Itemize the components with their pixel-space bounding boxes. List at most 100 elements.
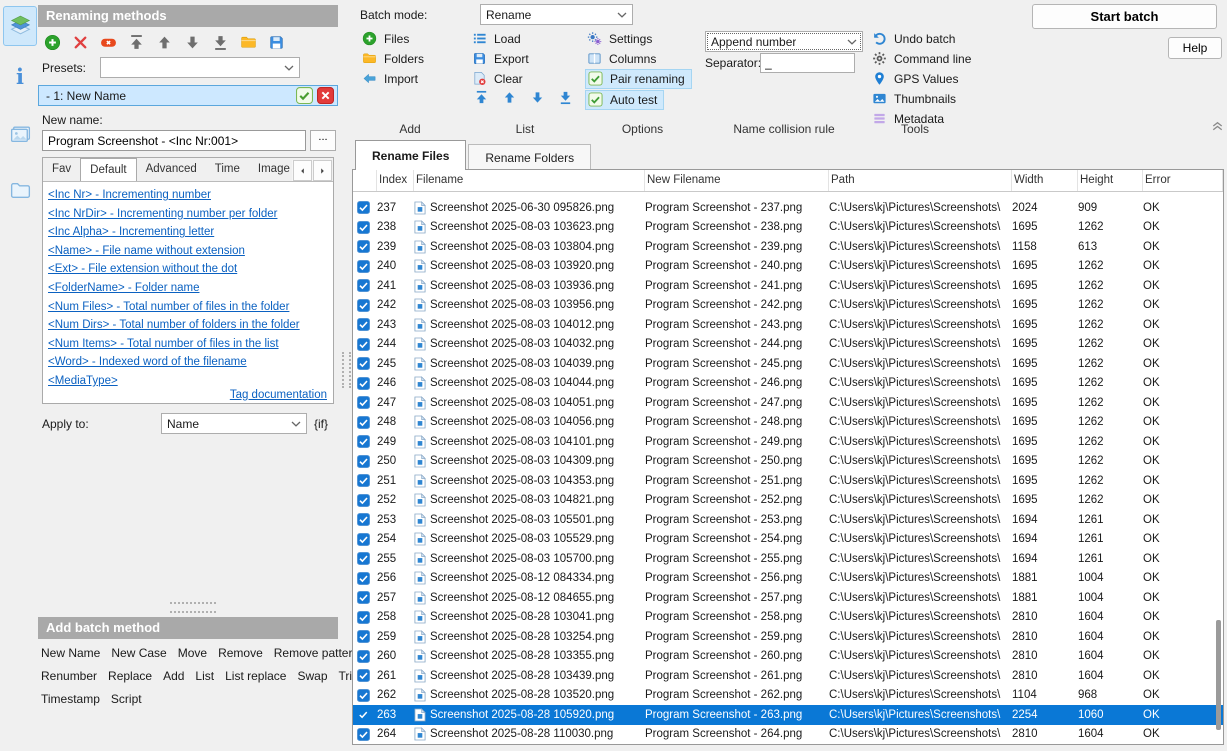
tag-documentation-link[interactable]: Tag documentation: [230, 389, 327, 401]
tag-link[interactable]: <Num Files> - Total number of files in t…: [48, 298, 333, 317]
row-checkbox[interactable]: [353, 220, 377, 234]
row-checkbox[interactable]: [353, 298, 377, 312]
vertical-scrollbar[interactable]: [1215, 192, 1222, 742]
column-header-width[interactable]: Width: [1012, 170, 1078, 191]
add-method-list[interactable]: List: [195, 669, 214, 683]
table-row[interactable]: 250 Screenshot 2025-08-03 104309.png Progr…: [353, 452, 1223, 472]
table-row[interactable]: 263 Screenshot 2025-08-28 105920.png Progr…: [353, 705, 1223, 725]
add-method-button[interactable]: [44, 34, 61, 51]
row-checkbox[interactable]: [353, 532, 377, 546]
column-header-index[interactable]: Index: [377, 170, 414, 191]
row-checkbox[interactable]: [353, 415, 377, 429]
tag-link[interactable]: <FolderName> - Folder name: [48, 279, 333, 298]
sidebar-images-button[interactable]: [3, 114, 37, 154]
collapse-toolbar-icon[interactable]: [1210, 118, 1225, 133]
apply-to-dropdown[interactable]: Name: [161, 413, 307, 434]
tag-link[interactable]: <Word> - Indexed word of the filename: [48, 353, 333, 372]
if-button[interactable]: {if}: [314, 417, 328, 431]
add-method-add[interactable]: Add: [163, 669, 184, 683]
tag-link[interactable]: <Num Dirs> - Total number of folders in …: [48, 316, 333, 335]
method-remove-button[interactable]: [317, 87, 334, 104]
table-row[interactable]: 239 Screenshot 2025-08-03 103804.png Progr…: [353, 237, 1223, 257]
vertical-splitter-grip[interactable]: [338, 0, 352, 751]
add-method-script[interactable]: Script: [111, 692, 142, 706]
table-row[interactable]: 262 Screenshot 2025-08-28 103520.png Progr…: [353, 686, 1223, 706]
row-checkbox[interactable]: [353, 259, 377, 273]
table-row[interactable]: 253 Screenshot 2025-08-03 105501.png Progr…: [353, 510, 1223, 530]
row-checkbox[interactable]: [353, 201, 377, 215]
load-button[interactable]: Load: [470, 29, 527, 49]
tab-rename-files[interactable]: Rename Files: [355, 140, 467, 170]
column-header-filename[interactable]: Filename: [414, 170, 645, 191]
move-file-top-button[interactable]: [474, 90, 489, 105]
scrollbar-thumb[interactable]: [1216, 620, 1221, 730]
table-row[interactable]: 255 Screenshot 2025-08-03 105700.png Progr…: [353, 549, 1223, 569]
presets-dropdown[interactable]: [100, 57, 300, 78]
row-checkbox[interactable]: [353, 571, 377, 585]
row-checkbox[interactable]: [353, 688, 377, 702]
gps-values-button[interactable]: GPS Values: [870, 69, 964, 89]
table-row[interactable]: 237 Screenshot 2025-06-30 095826.png Progr…: [353, 198, 1223, 218]
column-header-checkbox[interactable]: [353, 170, 377, 191]
start-batch-button[interactable]: Start batch: [1032, 4, 1217, 29]
table-row[interactable]: 246 Screenshot 2025-08-03 104044.png Progr…: [353, 374, 1223, 394]
remove-method-button[interactable]: [72, 34, 89, 51]
table-row[interactable]: 254 Screenshot 2025-08-03 105529.png Progr…: [353, 530, 1223, 550]
sidebar-renaming-methods-button[interactable]: [3, 6, 37, 46]
auto-test-button[interactable]: Auto test: [585, 90, 665, 110]
table-row[interactable]: 242 Screenshot 2025-08-03 103956.png Progr…: [353, 296, 1223, 316]
columns-button[interactable]: Columns: [585, 49, 662, 69]
column-header-new-filename[interactable]: New Filename: [645, 170, 829, 191]
row-checkbox[interactable]: [353, 630, 377, 644]
tab-rename-folders[interactable]: Rename Folders: [468, 144, 592, 170]
table-row[interactable]: 261 Screenshot 2025-08-28 103439.png Progr…: [353, 666, 1223, 686]
move-file-bottom-button[interactable]: [558, 90, 573, 105]
row-checkbox[interactable]: [353, 513, 377, 527]
move-method-down-button[interactable]: [184, 34, 201, 51]
name-collision-dropdown[interactable]: Append number: [705, 31, 863, 52]
column-header-error[interactable]: Error: [1143, 170, 1223, 191]
tag-link[interactable]: <Inc Nr> - Incrementing number: [48, 186, 333, 205]
tag-link[interactable]: <Inc NrDir> - Incrementing number per fo…: [48, 205, 333, 224]
table-row[interactable]: 245 Screenshot 2025-08-03 104039.png Progr…: [353, 354, 1223, 374]
column-header-height[interactable]: Height: [1078, 170, 1143, 191]
row-checkbox[interactable]: [353, 708, 377, 721]
export-button[interactable]: Export: [470, 49, 535, 69]
table-row[interactable]: 238 Screenshot 2025-08-03 103623.png Progr…: [353, 218, 1223, 238]
batch-mode-dropdown[interactable]: Rename: [480, 4, 633, 25]
row-checkbox[interactable]: [353, 357, 377, 371]
table-row[interactable]: 247 Screenshot 2025-08-03 104051.png Progr…: [353, 393, 1223, 413]
tag-link[interactable]: <Num Items> - Total number of files in t…: [48, 335, 333, 354]
row-checkbox[interactable]: [353, 610, 377, 624]
import-button[interactable]: Import: [360, 69, 424, 89]
row-checkbox[interactable]: [353, 727, 377, 741]
table-row[interactable]: 244 Screenshot 2025-08-03 104032.png Progr…: [353, 335, 1223, 355]
remove-all-methods-button[interactable]: [100, 34, 117, 51]
more-button[interactable]: ...: [310, 130, 336, 151]
clear-button[interactable]: Clear: [470, 69, 529, 89]
table-row[interactable]: 249 Screenshot 2025-08-03 104101.png Progr…: [353, 432, 1223, 452]
add-method-swap[interactable]: Swap: [297, 669, 327, 683]
sidebar-folders-button[interactable]: [3, 170, 37, 210]
move-method-bottom-button[interactable]: [212, 34, 229, 51]
method-header[interactable]: - 1: New Name: [38, 85, 338, 106]
files-button[interactable]: Files: [360, 29, 415, 49]
tag-link[interactable]: <Inc Alpha> - Incrementing letter: [48, 223, 333, 242]
add-method-new-name[interactable]: New Name: [41, 646, 100, 660]
row-checkbox[interactable]: [353, 318, 377, 332]
table-row[interactable]: 240 Screenshot 2025-08-03 103920.png Progr…: [353, 257, 1223, 277]
help-button[interactable]: Help: [1168, 37, 1222, 59]
column-header-path[interactable]: Path: [829, 170, 1012, 191]
row-checkbox[interactable]: [353, 474, 377, 488]
row-checkbox[interactable]: [353, 493, 377, 507]
pair-renaming-button[interactable]: Pair renaming: [585, 69, 692, 89]
folders-button[interactable]: Folders: [360, 49, 430, 69]
command-line-button[interactable]: Command line: [870, 49, 977, 69]
add-method-new-case[interactable]: New Case: [111, 646, 166, 660]
tag-tab-time[interactable]: Time: [206, 158, 249, 181]
sidebar-info-button[interactable]: i: [3, 56, 37, 96]
row-checkbox[interactable]: [353, 591, 377, 605]
tag-tab-advanced[interactable]: Advanced: [137, 158, 206, 181]
add-method-move[interactable]: Move: [178, 646, 207, 660]
row-checkbox[interactable]: [353, 669, 377, 683]
